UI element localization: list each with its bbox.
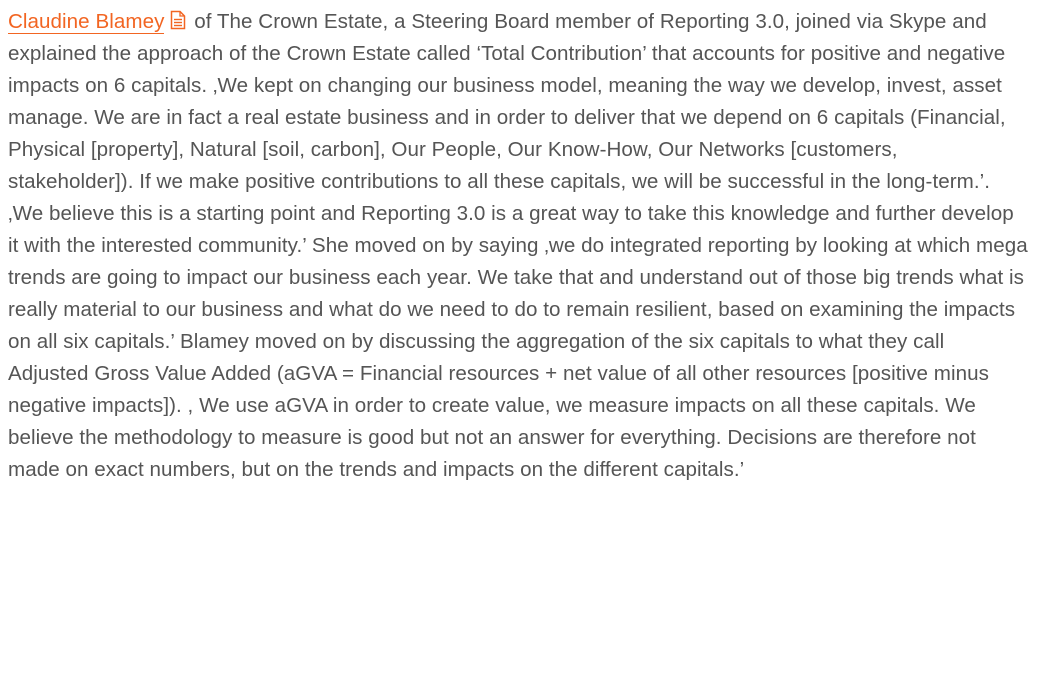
- author-link[interactable]: Claudine Blamey: [8, 10, 165, 34]
- article-body-text: of The Crown Estate, a Steering Board me…: [8, 10, 1028, 481]
- document-icon[interactable]: [170, 10, 186, 30]
- article-paragraph: Claudine Blamey of The Crown Estate, a S…: [8, 6, 1028, 486]
